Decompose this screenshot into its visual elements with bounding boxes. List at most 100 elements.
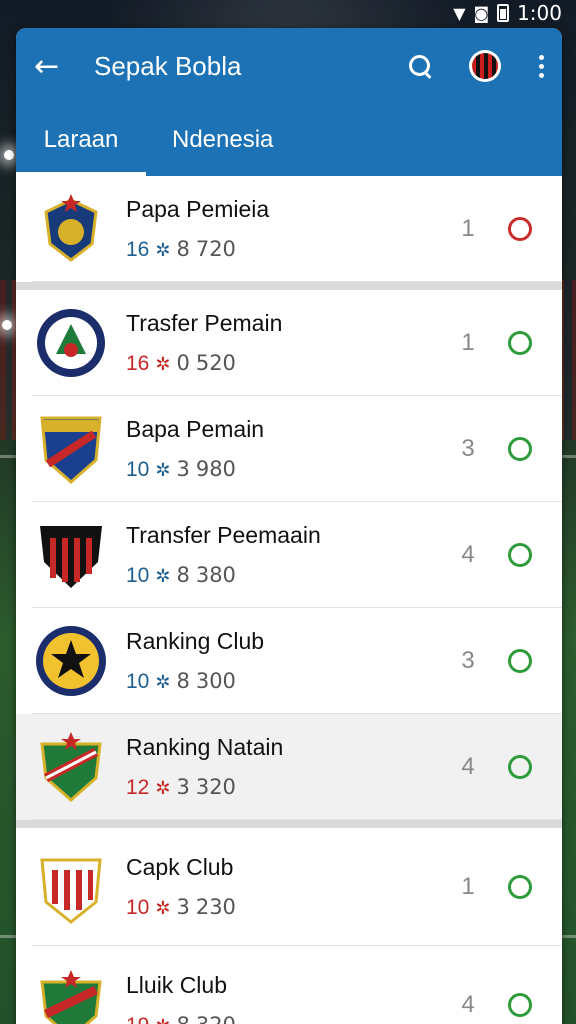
item-stat-secondary: 3 (176, 895, 190, 919)
star-icon: ✲ (155, 778, 171, 799)
avatar[interactable] (469, 50, 501, 82)
item-stat-tertiary: 720 (195, 237, 236, 261)
status-ring-icon[interactable] (508, 649, 532, 673)
item-title: Ranking Club (126, 628, 265, 654)
item-subtitle: 10 ✲ 8 300 (126, 669, 448, 694)
battery-icon (497, 4, 510, 22)
list-item[interactable]: Transfer Peemaain 10 ✲ 8 380 4 (16, 502, 562, 608)
wifi-icon: ▼ (453, 3, 466, 23)
avatar-image (472, 53, 498, 79)
item-stat-secondary: 8 (176, 237, 190, 261)
item-stat-primary: 16 (126, 238, 150, 261)
status-ring-icon[interactable] (508, 993, 532, 1017)
item-title: Lluik Club (126, 972, 227, 998)
camera-icon: ◙ (473, 3, 490, 23)
item-subtitle: 10 ✲ 3 980 (126, 457, 448, 482)
item-stat-tertiary: 300 (195, 669, 236, 693)
item-stat-secondary: 0 (176, 351, 190, 375)
status-ring-icon[interactable] (508, 437, 532, 461)
item-count: 4 (461, 991, 475, 1018)
item-stat-secondary: 8 (176, 669, 190, 693)
item-stat-primary: 19 (126, 1014, 149, 1024)
club-crest (34, 968, 108, 1024)
tab-bar: Laraan Ndenesia (16, 104, 562, 176)
back-arrow-icon[interactable]: ← (34, 49, 94, 84)
item-subtitle: 10 ✲ 3 230 (126, 895, 448, 920)
status-ring-icon[interactable] (508, 331, 532, 355)
page-title: Sepak Bobla (94, 50, 242, 81)
item-title: Capk Club (126, 854, 234, 880)
star-icon: ✲ (155, 898, 171, 919)
status-time: 1:00 (517, 1, 562, 25)
item-subtitle: 12 ✲ 3 320 (126, 775, 448, 800)
row-divider (32, 281, 562, 282)
list-item[interactable]: Ranking Natain 12 ✲ 3 320 4 (16, 714, 562, 820)
app-card: ← Sepak Bobla Laraan Ndenesia Papa Pemie… (16, 28, 562, 1024)
club-list: Papa Pemieia 16 ✲ 8 720 1 Trasfer Pemain 16 ✲ 0 5… (16, 176, 562, 1024)
item-count: 3 (461, 435, 475, 462)
item-stat-secondary: 8 (176, 563, 190, 587)
item-subtitle: 10 ✲ 8 380 (126, 563, 448, 588)
tab-laraan[interactable]: Laraan (16, 104, 146, 176)
item-text: Transfer Peemaain 10 ✲ 8 380 (126, 522, 448, 588)
item-stat-secondary: 8 (176, 1013, 189, 1024)
item-title: Trasfer Pemain (126, 310, 283, 336)
item-stat-tertiary: 320 (196, 1013, 236, 1024)
item-text: Bapa Pemain 10 ✲ 3 980 (126, 416, 448, 482)
list-item[interactable]: Trasfer Pemain 16 ✲ 0 520 1 (16, 290, 562, 396)
star-icon: ✲ (155, 240, 171, 261)
item-subtitle: 19 ✲ 8 320 (126, 1013, 448, 1024)
item-stat-primary: 10 (126, 458, 150, 481)
section-separator (16, 282, 562, 290)
item-count: 1 (461, 215, 475, 242)
list-item[interactable]: Capk Club 10 ✲ 3 230 1 (16, 828, 562, 946)
search-icon[interactable] (407, 53, 433, 79)
item-count: 3 (461, 647, 475, 674)
status-ring-icon[interactable] (508, 755, 532, 779)
list-item[interactable]: Bapa Pemain 10 ✲ 3 980 3 (16, 396, 562, 502)
club-crest (34, 624, 108, 698)
tab-ndenesia[interactable]: Ndenesia (146, 104, 273, 176)
list-item[interactable]: Papa Pemieia 16 ✲ 8 720 1 (16, 176, 562, 282)
item-text: Ranking Club 10 ✲ 8 300 (126, 628, 448, 694)
status-ring-icon[interactable] (508, 217, 532, 241)
item-stat-tertiary: 380 (195, 563, 236, 587)
item-stat-primary: 10 (126, 896, 150, 919)
item-count: 1 (461, 873, 475, 900)
item-stat-primary: 12 (126, 776, 150, 799)
toolbar: ← Sepak Bobla (16, 28, 562, 104)
item-stat-tertiary: 980 (195, 457, 236, 481)
floodlight (2, 320, 12, 330)
list-item[interactable]: Ranking Club 10 ✲ 8 300 3 (16, 608, 562, 714)
item-subtitle: 16 ✲ 8 720 (126, 237, 448, 262)
star-icon: ✲ (155, 460, 171, 481)
item-stat-secondary: 3 (176, 457, 190, 481)
item-text: Capk Club 10 ✲ 3 230 (126, 854, 448, 920)
list-item[interactable]: Lluik Club 19 ✲ 8 320 4 (16, 946, 562, 1024)
club-crest (34, 412, 108, 486)
item-title: Bapa Pemain (126, 416, 265, 442)
club-crest (34, 730, 108, 804)
item-title: Papa Pemieia (126, 196, 270, 222)
star-icon: ✲ (155, 566, 171, 587)
item-stat-secondary: 3 (176, 775, 190, 799)
section-separator (16, 820, 562, 828)
floodlight (4, 150, 14, 160)
status-bar: ▼ ◙ 1:00 (0, 0, 576, 26)
item-stat-tertiary: 520 (195, 351, 236, 375)
item-count: 4 (461, 541, 475, 568)
star-icon: ✲ (155, 354, 171, 375)
item-stat-tertiary: 320 (195, 775, 236, 799)
item-title: Transfer Peemaain (126, 522, 321, 548)
star-icon: ✲ (155, 672, 171, 693)
item-subtitle: 16 ✲ 0 520 (126, 351, 448, 376)
club-crest (34, 306, 108, 380)
status-ring-icon[interactable] (508, 543, 532, 567)
item-text: Papa Pemieia 16 ✲ 8 720 (126, 196, 448, 262)
row-divider (32, 819, 562, 820)
item-text: Ranking Natain 12 ✲ 3 320 (126, 734, 448, 800)
status-ring-icon[interactable] (508, 875, 532, 899)
more-vert-icon[interactable] (539, 54, 544, 78)
item-title: Ranking Natain (126, 734, 284, 760)
club-crest (34, 850, 108, 924)
